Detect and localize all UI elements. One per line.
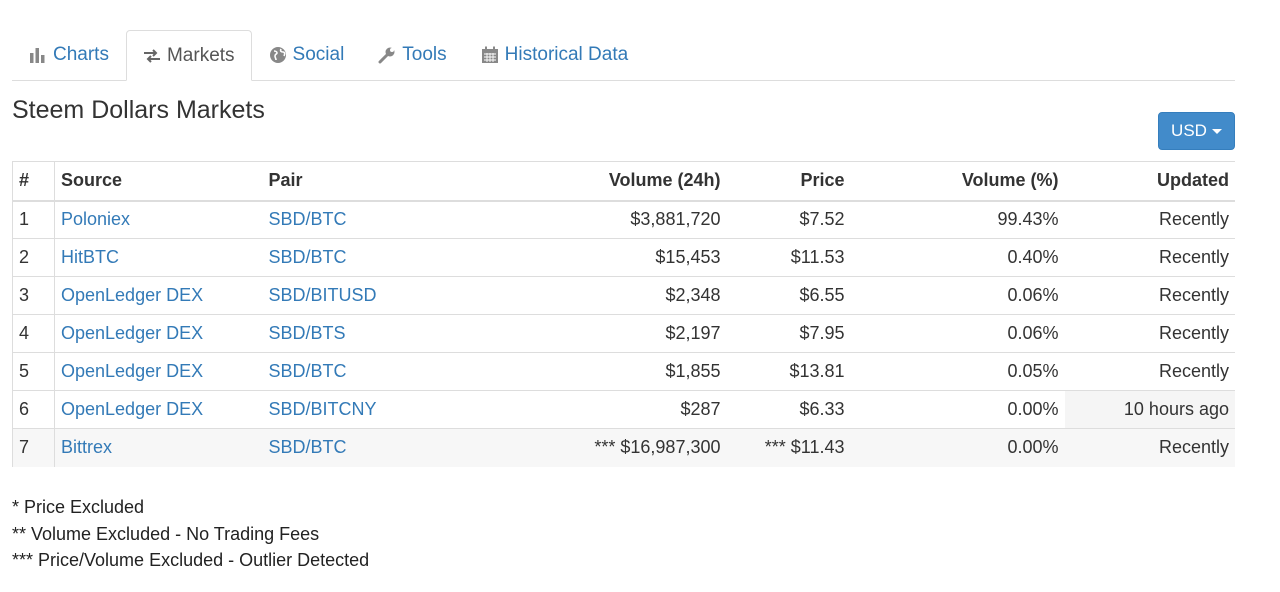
cell-rank: 1: [12, 200, 55, 239]
cell-volume-pct: 0.06%: [850, 276, 1065, 315]
tab-tools[interactable]: Tools: [361, 30, 463, 79]
source-link[interactable]: OpenLedger DEX: [61, 285, 203, 305]
exchange-arrows-icon: [143, 48, 161, 64]
header-volume[interactable]: Volume (24h): [462, 161, 727, 202]
table-row: 1 Poloniex SBD/BTC $3,881,720 $7.52 99.4…: [12, 200, 1235, 239]
pair-link[interactable]: SBD/BTS: [269, 323, 346, 343]
cell-rank: 7: [12, 428, 55, 467]
cell-updated: Recently: [1064, 238, 1235, 277]
cell-rank: 5: [12, 352, 55, 391]
markets-table: # Source Pair Volume (24h) Price Volume …: [12, 161, 1235, 467]
cell-volume: $15,453: [462, 238, 727, 277]
cell-rank: 4: [12, 314, 55, 353]
cell-volume-pct: 0.00%: [850, 428, 1065, 467]
tab-social[interactable]: Social: [252, 30, 362, 79]
cell-price: $6.33: [726, 390, 851, 429]
cell-volume-pct: 0.05%: [850, 352, 1065, 391]
cell-updated: Recently: [1064, 428, 1235, 467]
table-row: 7 Bittrex SBD/BTC *** $16,987,300 *** $1…: [12, 428, 1235, 467]
footnote: * Price Excluded: [12, 497, 145, 517]
table-row: 2 HitBTC SBD/BTC $15,453 $11.53 0.40% Re…: [12, 238, 1235, 277]
table-row: 4 OpenLedger DEX SBD/BTS $2,197 $7.95 0.…: [12, 314, 1235, 353]
cell-updated: Recently: [1064, 276, 1235, 315]
cell-volume: $287: [462, 390, 727, 429]
currency-dropdown-button[interactable]: USD: [1158, 112, 1235, 150]
tab-label: Charts: [53, 43, 109, 65]
cell-price: $6.55: [726, 276, 851, 315]
header-price[interactable]: Price: [726, 161, 851, 202]
footnote: ** Volume Excluded - No Trading Fees: [12, 523, 320, 544]
tab-label: Social: [292, 43, 345, 65]
cell-rank: 3: [12, 276, 55, 315]
bar-chart-icon: [29, 47, 47, 63]
cell-volume: $2,348: [462, 276, 727, 315]
source-link[interactable]: OpenLedger DEX: [61, 361, 203, 381]
tab-charts[interactable]: Charts: [12, 30, 126, 79]
cell-volume-pct: 0.00%: [850, 390, 1065, 429]
cell-updated: Recently: [1064, 352, 1235, 391]
header-updated[interactable]: Updated: [1064, 161, 1235, 202]
wrench-icon: [378, 46, 396, 64]
caret-down-icon: [1211, 128, 1222, 134]
table-row: 3 OpenLedger DEX SBD/BITUSD $2,348 $6.55…: [12, 276, 1235, 315]
header-rank[interactable]: #: [12, 161, 55, 202]
cell-price: $13.81: [726, 352, 851, 391]
source-link[interactable]: HitBTC: [61, 247, 119, 267]
cell-price: $7.95: [726, 314, 851, 353]
cell-price: $7.52: [726, 200, 851, 239]
page-title: Steem Dollars Markets: [12, 96, 265, 124]
pair-link[interactable]: SBD/BTC: [269, 209, 347, 229]
cell-updated: 10 hours ago: [1064, 390, 1235, 429]
pair-link[interactable]: SBD/BTC: [269, 247, 347, 267]
cell-updated: Recently: [1064, 314, 1235, 353]
source-link[interactable]: OpenLedger DEX: [61, 399, 203, 419]
globe-icon: [269, 46, 287, 64]
cell-price: *** $11.43: [726, 428, 851, 467]
cell-volume-pct: 99.43%: [850, 200, 1065, 239]
cell-price: $11.53: [726, 238, 851, 277]
cell-rank: 2: [12, 238, 55, 277]
cell-volume: $3,881,720: [462, 200, 727, 239]
header-source[interactable]: Source: [54, 161, 263, 202]
tab-label: Tools: [402, 43, 447, 65]
source-link[interactable]: OpenLedger DEX: [61, 323, 203, 343]
footnote: *** Price/Volume Excluded - Outlier Dete…: [12, 550, 370, 570]
source-link[interactable]: Bittrex: [61, 437, 112, 457]
cell-volume: $2,197: [462, 314, 727, 353]
cell-volume-pct: 0.06%: [850, 314, 1065, 353]
header-volume-pct[interactable]: Volume (%): [850, 161, 1065, 202]
pair-link[interactable]: SBD/BTC: [269, 361, 347, 381]
currency-label: USD: [1171, 121, 1207, 140]
table-header-row: # Source Pair Volume (24h) Price Volume …: [12, 161, 1235, 202]
cell-volume: *** $16,987,300: [462, 428, 727, 467]
tab-historical-data[interactable]: Historical Data: [464, 30, 646, 79]
cell-volume: $1,855: [462, 352, 727, 391]
table-row: 6 OpenLedger DEX SBD/BITCNY $287 $6.33 0…: [12, 390, 1235, 429]
tab-label: Markets: [166, 44, 235, 66]
table-row: 5 OpenLedger DEX SBD/BTC $1,855 $13.81 0…: [12, 352, 1235, 391]
pair-link[interactable]: SBD/BITCNY: [269, 399, 377, 419]
tab-label: Historical Data: [504, 43, 629, 65]
footnotes: * Price Excluded ** Volume Excluded - No…: [12, 494, 369, 574]
header-pair[interactable]: Pair: [262, 161, 463, 202]
pair-link[interactable]: SBD/BITUSD: [269, 285, 377, 305]
cell-updated: Recently: [1064, 200, 1235, 239]
cell-volume-pct: 0.40%: [850, 238, 1065, 277]
calendar-icon: [481, 46, 499, 64]
pair-link[interactable]: SBD/BTC: [269, 437, 347, 457]
cell-rank: 6: [12, 390, 55, 429]
nav-tabs: Charts Markets Social Tools Historical D…: [12, 30, 1235, 81]
source-link[interactable]: Poloniex: [61, 209, 130, 229]
tab-markets[interactable]: Markets: [125, 30, 252, 81]
